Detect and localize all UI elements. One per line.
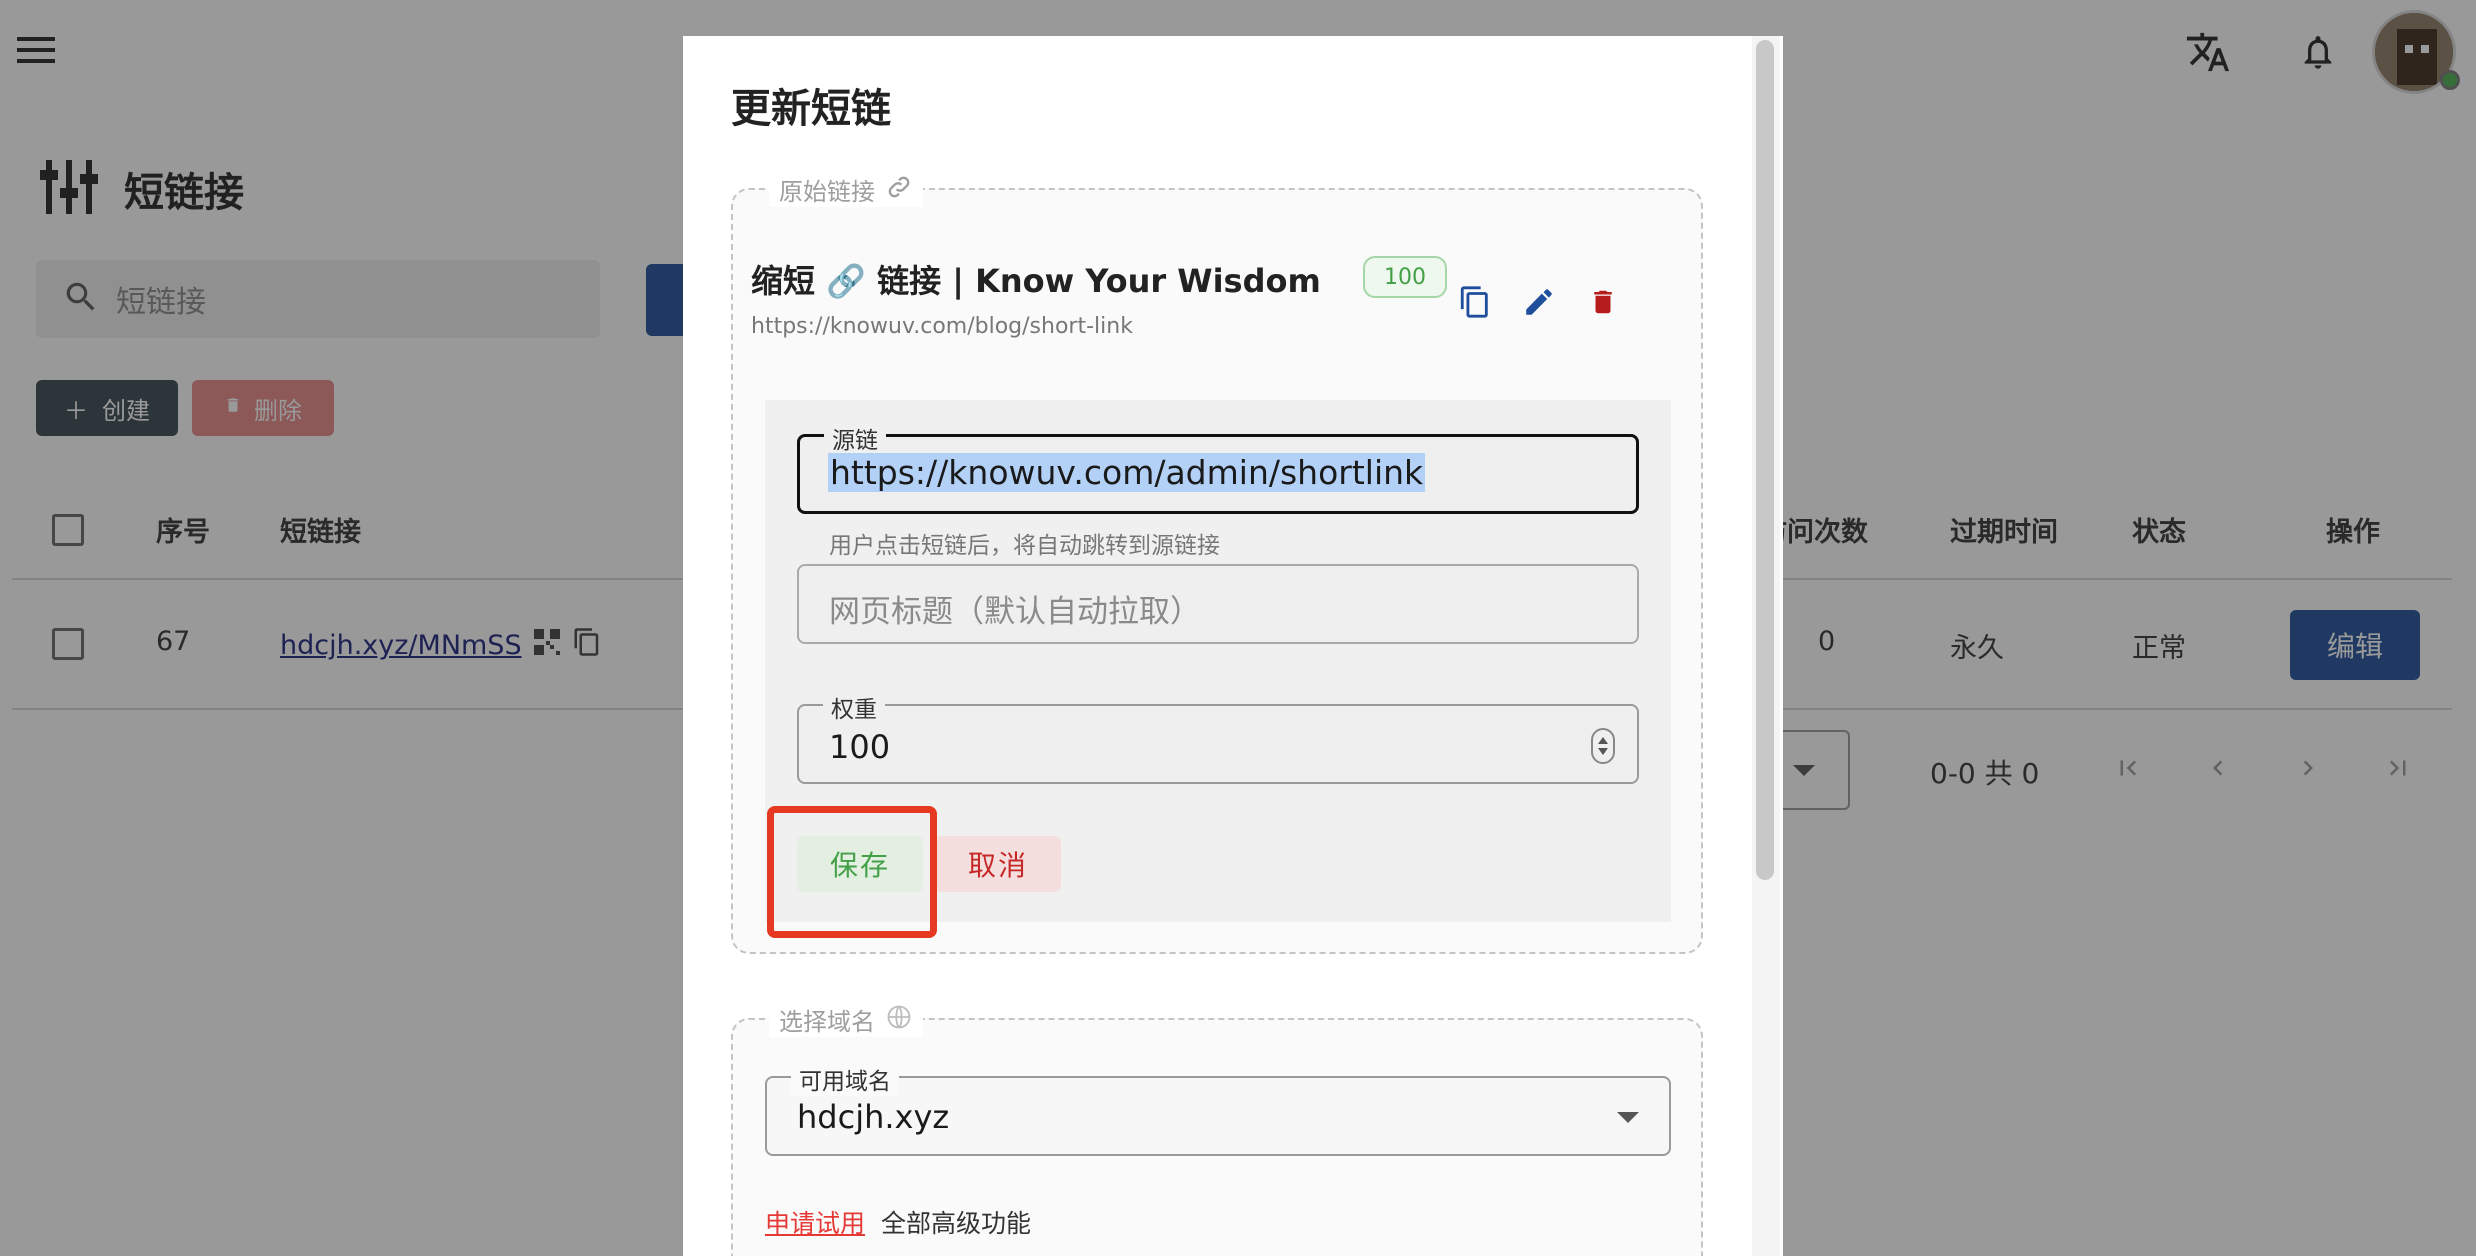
weight-label: 权重: [823, 690, 885, 724]
domain-select-value: hdcjh.xyz: [797, 1098, 950, 1136]
update-short-link-dialog: 更新短链 原始链接 缩短 🔗 链接 | Know Your Wisdom 100…: [683, 36, 1783, 1256]
annotation-highlight-box: [767, 806, 937, 938]
source-url-value: https://knowuv.com/admin/shortlink: [828, 453, 1426, 492]
domain-select-label: 可用域名: [791, 1062, 899, 1096]
weight-input[interactable]: 权重 100: [797, 690, 1639, 784]
weight-badge: 100: [1363, 256, 1447, 298]
origin-link-url: https://knowuv.com/blog/short-link: [751, 314, 1133, 339]
copy-icon[interactable]: [1453, 280, 1497, 324]
origin-link-legend: 原始链接: [769, 172, 923, 207]
weight-value: 100: [829, 728, 891, 766]
number-spinner-icon[interactable]: [1591, 728, 1615, 764]
origin-link-title: 缩短 🔗 链接 | Know Your Wisdom: [751, 262, 1321, 300]
domain-legend-text: 选择域名: [779, 1008, 875, 1036]
delete-trash-icon[interactable]: [1581, 280, 1625, 324]
source-url-label: 源链: [824, 421, 886, 455]
apply-trial-link[interactable]: 申请试用: [765, 1209, 865, 1238]
dialog-title: 更新短链: [731, 86, 891, 132]
link-icon: [885, 173, 913, 207]
edit-pencil-icon[interactable]: [1517, 280, 1561, 324]
source-url-input[interactable]: 源链 https://knowuv.com/admin/shortlink: [797, 421, 1639, 514]
dialog-scrollbar-thumb[interactable]: [1756, 40, 1774, 880]
chevron-down-icon: [1617, 1112, 1639, 1123]
origin-link-legend-text: 原始链接: [779, 178, 875, 206]
trial-promo: 申请试用 全部高级功能: [765, 1204, 1031, 1240]
trial-promo-text: 全部高级功能: [880, 1209, 1031, 1238]
domain-select[interactable]: 可用域名 hdcjh.xyz: [765, 1062, 1671, 1156]
source-url-hint: 用户点击短链后，将自动跳转到源链接: [829, 533, 1220, 559]
page-title-placeholder: 网页标题（默认自动拉取）: [829, 594, 1201, 630]
globe-icon: [885, 1003, 913, 1037]
domain-legend: 选择域名: [769, 1002, 923, 1037]
cancel-button[interactable]: 取消: [935, 836, 1061, 892]
page-title-input[interactable]: 网页标题（默认自动拉取）: [797, 564, 1639, 644]
